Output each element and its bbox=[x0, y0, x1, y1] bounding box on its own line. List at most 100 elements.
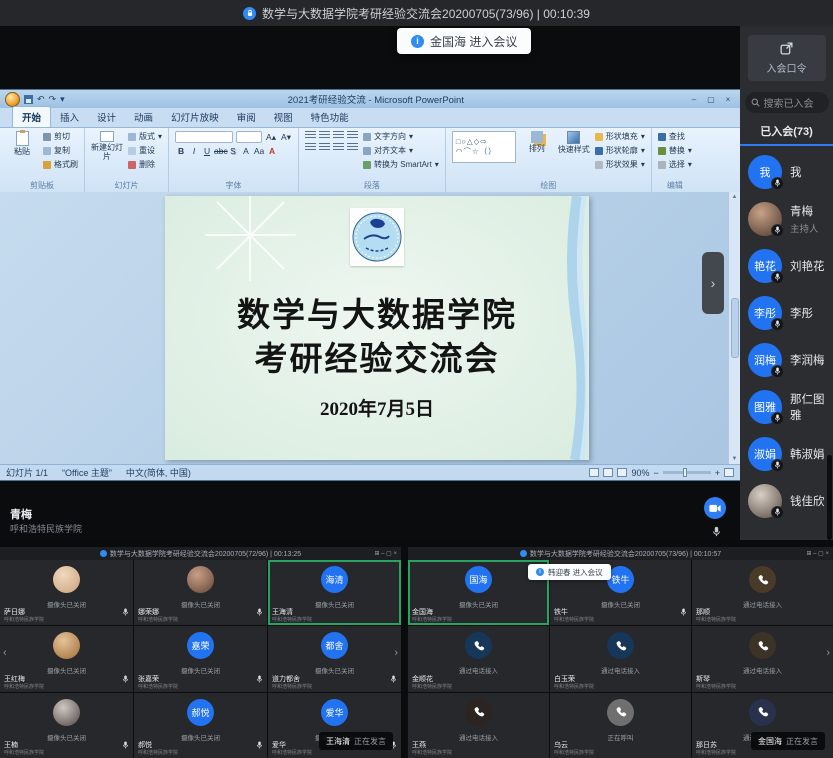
select-button[interactable]: 选择 ▾ bbox=[658, 159, 692, 170]
meeting-code-button[interactable]: 入会口令 bbox=[748, 35, 826, 81]
video-tile[interactable]: 通过电话接入白玉荣呼和浩特民族学院 bbox=[550, 626, 691, 691]
video-tile[interactable]: 摄像头已关闭娜荣娜呼和浩特民族学院 bbox=[134, 560, 267, 625]
ppt-tab[interactable]: 插入 bbox=[51, 107, 88, 127]
scroll-down-icon[interactable]: ▼ bbox=[732, 456, 738, 462]
participant-row[interactable]: 我我 bbox=[740, 148, 833, 195]
font-style-button[interactable]: abc bbox=[214, 146, 226, 156]
ppt-tab[interactable]: 幻灯片放映 bbox=[162, 107, 228, 127]
copy-button[interactable]: 复制 bbox=[43, 145, 78, 156]
find-button[interactable]: 查找 bbox=[658, 131, 692, 142]
replace-button[interactable]: 替换 ▾ bbox=[658, 145, 692, 156]
sidebar-scrollbar[interactable] bbox=[827, 455, 832, 540]
participant-row[interactable]: 图雅那仁图雅 bbox=[740, 383, 833, 430]
sidebar-collapse-chevron[interactable]: › bbox=[702, 252, 724, 314]
video-tile[interactable]: 正在呼叫乌云呼和浩特民族学院 bbox=[550, 693, 691, 758]
video-tile[interactable]: 摄像头已关闭王红梅呼和浩特民族学院 bbox=[0, 626, 133, 691]
shape-fill-button[interactable]: 形状填充 ▾ bbox=[595, 131, 645, 142]
ppt-scrollbar[interactable]: ▲ ▼ bbox=[728, 192, 740, 464]
fit-to-window-icon[interactable] bbox=[724, 468, 734, 477]
video-tile[interactable]: 通过电话接入那顺呼和浩特民族学院 bbox=[692, 560, 833, 625]
video-tile[interactable]: 摄像头已关闭萨日娜呼和浩特民族学院 bbox=[0, 560, 133, 625]
next-page-chevron[interactable]: › bbox=[826, 647, 830, 659]
video-tile[interactable]: 都舍摄像头已关闭道力都舍呼和浩特民族学院 bbox=[268, 626, 401, 691]
gallery-left-window-controls[interactable]: ⊞ – ▢ × bbox=[374, 547, 397, 560]
slideshow-icon[interactable] bbox=[617, 468, 627, 477]
shrink-font-button[interactable]: A▾ bbox=[280, 132, 292, 143]
paste-button[interactable]: 粘贴 bbox=[6, 131, 38, 157]
zoom-in-icon[interactable]: + bbox=[715, 468, 720, 478]
video-tile[interactable]: 郝悦摄像头已关闭郝悦呼和浩特民族学院 bbox=[134, 693, 267, 758]
next-page-chevron[interactable]: › bbox=[394, 647, 398, 659]
text-direction-button[interactable]: 文字方向 ▾ bbox=[363, 131, 439, 142]
align-right-icon[interactable] bbox=[333, 143, 344, 152]
font-style-button[interactable]: I bbox=[188, 146, 200, 156]
video-tile[interactable]: 摄像头已关闭王楠呼和浩特民族学院 bbox=[0, 693, 133, 758]
scroll-up-icon[interactable]: ▲ bbox=[732, 194, 738, 200]
redo-icon[interactable]: ↷ bbox=[49, 94, 57, 105]
video-tile[interactable]: 通过电话接入金顺花呼和浩特民族学院 bbox=[408, 626, 549, 691]
video-tile[interactable]: 通过电话接入斯琴呼和浩特民族学院 bbox=[692, 626, 833, 691]
participant-row[interactable]: 润梅李润梅 bbox=[740, 336, 833, 383]
font-size-select[interactable] bbox=[236, 131, 262, 143]
gallery-right-window-controls[interactable]: ⊞ – ▢ × bbox=[806, 547, 829, 560]
justify-icon[interactable] bbox=[347, 143, 358, 152]
qat-dropdown-icon[interactable]: ▾ bbox=[60, 94, 65, 105]
font-style-button[interactable]: S bbox=[227, 146, 239, 156]
participant-row[interactable]: 钱佳欣 bbox=[740, 477, 833, 524]
undo-icon[interactable]: ↶ bbox=[37, 94, 45, 105]
numbering-icon[interactable] bbox=[319, 131, 330, 140]
close-button[interactable]: × bbox=[721, 94, 735, 105]
maximize-button[interactable]: ▢ bbox=[704, 94, 718, 105]
scroll-thumb[interactable] bbox=[731, 298, 739, 358]
layout-button[interactable]: 版式 ▾ bbox=[128, 131, 162, 142]
indent-icon[interactable] bbox=[333, 131, 344, 140]
line-spacing-icon[interactable] bbox=[347, 131, 358, 140]
video-tile[interactable]: 通过电话接入王燕呼和浩特民族学院 bbox=[408, 693, 549, 758]
slide-sorter-icon[interactable] bbox=[603, 468, 613, 477]
bullets-icon[interactable] bbox=[305, 131, 316, 140]
zoom-slider[interactable] bbox=[663, 471, 711, 474]
prev-page-chevron[interactable]: ‹ bbox=[3, 647, 7, 659]
quick-styles-button[interactable]: 快速样式 bbox=[558, 131, 590, 155]
format-painter-button[interactable]: 格式刷 bbox=[43, 159, 78, 170]
font-style-button[interactable]: A bbox=[240, 146, 252, 156]
arrange-button[interactable]: 排列 bbox=[521, 131, 553, 154]
search-input[interactable]: 搜索已入会 bbox=[745, 92, 829, 113]
font-style-button[interactable]: Aa bbox=[253, 146, 265, 156]
ppt-tab[interactable]: 开始 bbox=[12, 106, 51, 127]
camera-icon[interactable] bbox=[704, 497, 726, 519]
ppt-tab[interactable]: 动画 bbox=[125, 107, 162, 127]
font-family-select[interactable] bbox=[175, 131, 233, 143]
align-center-icon[interactable] bbox=[319, 143, 330, 152]
font-style-button[interactable]: A bbox=[266, 146, 278, 156]
cut-button[interactable]: 剪切 bbox=[43, 131, 78, 142]
ppt-tab[interactable]: 审阅 bbox=[228, 107, 265, 127]
ppt-tab[interactable]: 设计 bbox=[88, 107, 125, 127]
reset-button[interactable]: 重设 bbox=[128, 145, 162, 156]
quick-access-toolbar[interactable]: ↶ ↷ ▾ bbox=[24, 94, 65, 105]
new-slide-button[interactable]: 新建幻灯片 bbox=[91, 131, 123, 162]
save-icon[interactable] bbox=[24, 95, 33, 104]
participant-row[interactable]: 李彤李彤 bbox=[740, 289, 833, 336]
participant-row[interactable]: 艳花刘艳花 bbox=[740, 242, 833, 289]
align-left-icon[interactable] bbox=[305, 143, 316, 152]
video-tile[interactable]: 海清摄像头已关闭王海清呼和浩特民族学院 bbox=[268, 560, 401, 625]
font-style-button[interactable]: U bbox=[201, 146, 213, 156]
zoom-out-icon[interactable]: − bbox=[653, 468, 658, 478]
participant-row[interactable]: 淑娟韩淑娟 bbox=[740, 430, 833, 477]
slide-canvas[interactable]: 数学与大数据学院 考研经验交流会 2020年7月5日 bbox=[165, 196, 589, 460]
shape-outline-button[interactable]: 形状轮廓 ▾ bbox=[595, 145, 645, 156]
shape-effects-button[interactable]: 形状效果 ▾ bbox=[595, 159, 645, 170]
participant-row[interactable]: 青梅主持人 bbox=[740, 195, 833, 242]
align-text-button[interactable]: 对齐文本 ▾ bbox=[363, 145, 439, 156]
smartart-button[interactable]: 转换为 SmartArt ▾ bbox=[363, 159, 439, 170]
ppt-tab[interactable]: 视图 bbox=[265, 107, 302, 127]
tab-joined[interactable]: 已入会(73) bbox=[740, 123, 833, 139]
shapes-gallery[interactable]: □○△◇⇨◠⌒☆（） bbox=[452, 131, 516, 163]
delete-slide-button[interactable]: 删除 bbox=[128, 159, 162, 170]
font-style-button[interactable]: B bbox=[175, 146, 187, 156]
powerpoint-window[interactable]: ↶ ↷ ▾ 2021考研经验交流 - Microsoft PowerPoint … bbox=[0, 90, 740, 480]
normal-view-icon[interactable] bbox=[589, 468, 599, 477]
minimize-button[interactable]: – bbox=[687, 94, 701, 105]
zoom-slider-thumb[interactable] bbox=[683, 468, 687, 477]
